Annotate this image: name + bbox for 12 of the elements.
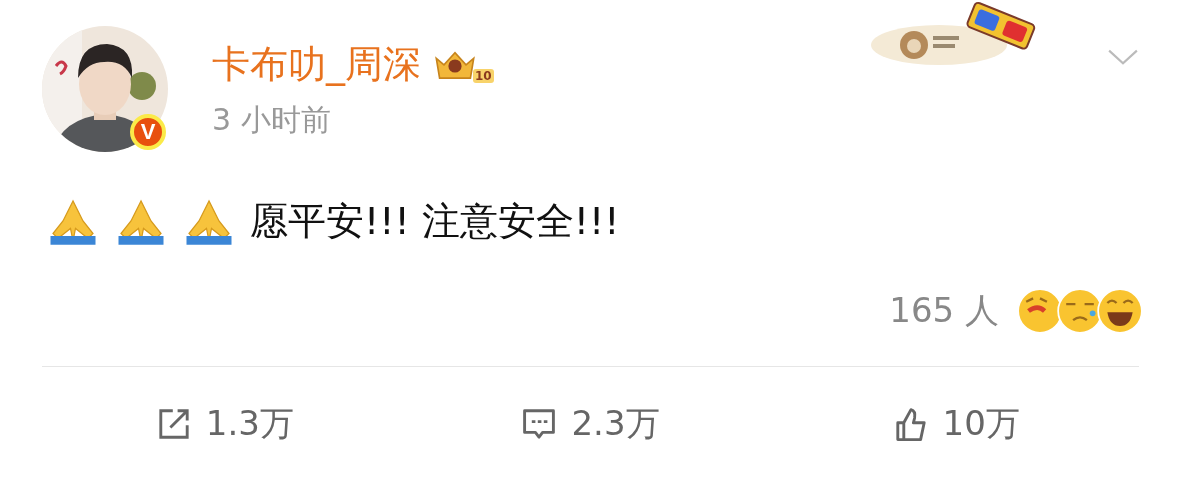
verified-badge: V <box>130 114 166 150</box>
comment-button[interactable]: 2.3万 <box>407 393 774 455</box>
post-time: 3 小时前 <box>212 101 332 139</box>
laugh-emoji-icon <box>1097 288 1143 334</box>
reaction-count[interactable]: 165 人 <box>889 288 999 334</box>
post-text: 愿平安!!! 注意安全!!! <box>250 197 620 245</box>
level-number: 10 <box>473 69 494 83</box>
comment-icon <box>521 406 558 442</box>
like-button[interactable]: 10万 <box>773 393 1139 455</box>
repost-button[interactable]: 1.3万 <box>42 393 408 455</box>
chevron-down-icon[interactable] <box>1107 48 1139 66</box>
author-name[interactable]: 卡布叻_周深 <box>212 40 421 88</box>
